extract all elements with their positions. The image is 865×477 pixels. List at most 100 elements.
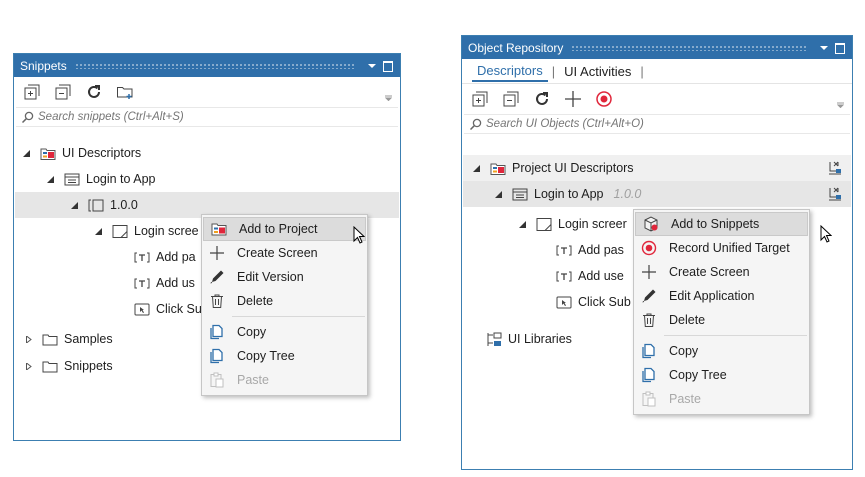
tab-separator: | bbox=[640, 63, 644, 79]
menu-item-paste[interactable]: Paste bbox=[634, 387, 809, 411]
export-icon[interactable] bbox=[827, 186, 843, 202]
menu-separator bbox=[664, 335, 807, 336]
menu-item-paste[interactable]: Paste bbox=[202, 368, 367, 392]
menu-item-copy[interactable]: Copy bbox=[634, 339, 809, 363]
toolbar-overflow-icon[interactable] bbox=[837, 102, 844, 108]
pin-dropdown-icon[interactable] bbox=[365, 59, 378, 72]
collapse-all-icon[interactable] bbox=[53, 82, 73, 102]
search-placeholder: Search snippets (Ctrl+Alt+S) bbox=[38, 111, 184, 123]
menu-label: Copy bbox=[669, 344, 699, 358]
copy-tree-icon bbox=[207, 347, 227, 365]
pin-dropdown-icon[interactable] bbox=[817, 41, 830, 54]
snippets-toolbar bbox=[14, 77, 400, 107]
tree-label: Snippets bbox=[64, 359, 113, 373]
collapse-arrow-icon[interactable] bbox=[93, 227, 103, 235]
collapse-arrow-icon[interactable] bbox=[517, 220, 527, 228]
refresh-icon[interactable] bbox=[84, 82, 104, 102]
copy-icon bbox=[639, 342, 659, 360]
menu-item-create-screen[interactable]: Create Screen bbox=[202, 241, 367, 265]
application-icon bbox=[511, 186, 529, 202]
add-folder-icon[interactable] bbox=[115, 82, 135, 102]
mouse-cursor-icon bbox=[820, 225, 832, 243]
folder-icon bbox=[41, 358, 59, 374]
application-icon bbox=[63, 171, 81, 187]
menu-item-add-to-snippets[interactable]: Add to Snippets bbox=[635, 212, 808, 236]
panel-title: Object Repository bbox=[468, 40, 564, 55]
tree-label: Click Sub bbox=[578, 295, 631, 309]
menu-item-delete[interactable]: Delete bbox=[634, 308, 809, 332]
tree-item-ui-descriptors[interactable]: UI Descriptors bbox=[15, 140, 399, 166]
tree-label: Login to App bbox=[534, 187, 604, 201]
menu-item-edit-version[interactable]: Edit Version bbox=[202, 265, 367, 289]
tree-label: UI Libraries bbox=[508, 332, 572, 346]
tree-label: Login screer bbox=[558, 217, 627, 231]
menu-label: Paste bbox=[669, 392, 701, 406]
trash-icon bbox=[207, 292, 227, 310]
titlebar-grip[interactable] bbox=[74, 62, 354, 69]
text-element-icon bbox=[555, 268, 573, 284]
tree-label: Add us bbox=[156, 276, 195, 290]
collapse-all-icon[interactable] bbox=[501, 89, 521, 109]
export-icon[interactable] bbox=[827, 160, 843, 176]
text-element-icon bbox=[133, 249, 151, 265]
add-to-snippets-icon bbox=[641, 215, 661, 233]
tree-item-login-to-app[interactable]: Login to App 1.0.0 bbox=[463, 181, 851, 207]
tree-label: Login scree bbox=[134, 224, 199, 238]
collapse-arrow-icon[interactable] bbox=[471, 164, 481, 172]
menu-label: Copy bbox=[237, 325, 267, 339]
menu-label: Create Screen bbox=[669, 265, 750, 279]
maximize-icon[interactable] bbox=[381, 59, 394, 72]
tree-item-login-to-app[interactable]: Login to App bbox=[15, 166, 399, 192]
menu-item-copy[interactable]: Copy bbox=[202, 320, 367, 344]
menu-item-record-unified-target[interactable]: Record Unified Target bbox=[634, 236, 809, 260]
expand-all-icon[interactable] bbox=[470, 89, 490, 109]
collapse-arrow-icon[interactable] bbox=[21, 149, 31, 157]
tree-label: Add pas bbox=[578, 243, 624, 257]
menu-item-copy-tree[interactable]: Copy Tree bbox=[634, 363, 809, 387]
menu-label: Delete bbox=[237, 294, 274, 308]
trash-icon bbox=[639, 311, 659, 329]
repository-tabs: Descriptors | UI Activities | bbox=[462, 59, 852, 84]
search-input[interactable]: Search UI Objects (Ctrl+Alt+O) bbox=[464, 114, 850, 134]
menu-item-edit-application[interactable]: Edit Application bbox=[634, 284, 809, 308]
menu-item-create-screen[interactable]: Create Screen bbox=[634, 260, 809, 284]
snippets-titlebar: Snippets bbox=[14, 54, 400, 77]
menu-item-delete[interactable]: Delete bbox=[202, 289, 367, 313]
tab-separator: | bbox=[551, 63, 556, 79]
collapse-arrow-icon[interactable] bbox=[45, 175, 55, 183]
menu-label: Create Screen bbox=[237, 246, 318, 260]
tree-label: Add pa bbox=[156, 250, 196, 264]
button-element-icon bbox=[555, 294, 573, 310]
maximize-icon[interactable] bbox=[833, 41, 846, 54]
record-icon[interactable] bbox=[594, 89, 614, 109]
plus-icon[interactable] bbox=[563, 89, 583, 109]
button-element-icon bbox=[133, 301, 151, 317]
pencil-icon bbox=[639, 287, 659, 305]
expand-all-icon[interactable] bbox=[22, 82, 42, 102]
expand-arrow-icon[interactable] bbox=[23, 362, 33, 370]
menu-item-add-to-project[interactable]: Add to Project bbox=[203, 217, 366, 241]
expand-arrow-icon[interactable] bbox=[23, 335, 33, 343]
menu-label: Add to Snippets bbox=[671, 217, 760, 231]
menu-label: Record Unified Target bbox=[669, 241, 790, 255]
copy-icon bbox=[207, 323, 227, 341]
text-element-icon bbox=[133, 275, 151, 291]
tree-item-project-ui-descriptors[interactable]: Project UI Descriptors bbox=[463, 155, 851, 181]
tree-label: UI Descriptors bbox=[62, 146, 142, 160]
titlebar-grip[interactable] bbox=[571, 44, 806, 51]
descriptors-icon bbox=[489, 160, 507, 176]
refresh-icon[interactable] bbox=[532, 89, 552, 109]
libraries-icon bbox=[485, 331, 503, 347]
repository-context-menu: Add to Snippets Record Unified Target Cr… bbox=[633, 209, 810, 415]
collapse-arrow-icon[interactable] bbox=[69, 201, 79, 209]
collapse-arrow-icon[interactable] bbox=[493, 190, 503, 198]
menu-label: Copy Tree bbox=[669, 368, 727, 382]
copy-tree-icon bbox=[639, 366, 659, 384]
panel-title: Snippets bbox=[20, 58, 67, 73]
search-input[interactable]: Search snippets (Ctrl+Alt+S) bbox=[16, 107, 398, 127]
record-icon bbox=[639, 239, 659, 257]
tab-descriptors[interactable]: Descriptors bbox=[472, 61, 548, 82]
toolbar-overflow-icon[interactable] bbox=[385, 95, 392, 101]
menu-item-copy-tree[interactable]: Copy Tree bbox=[202, 344, 367, 368]
tab-ui-activities[interactable]: UI Activities bbox=[559, 62, 636, 81]
